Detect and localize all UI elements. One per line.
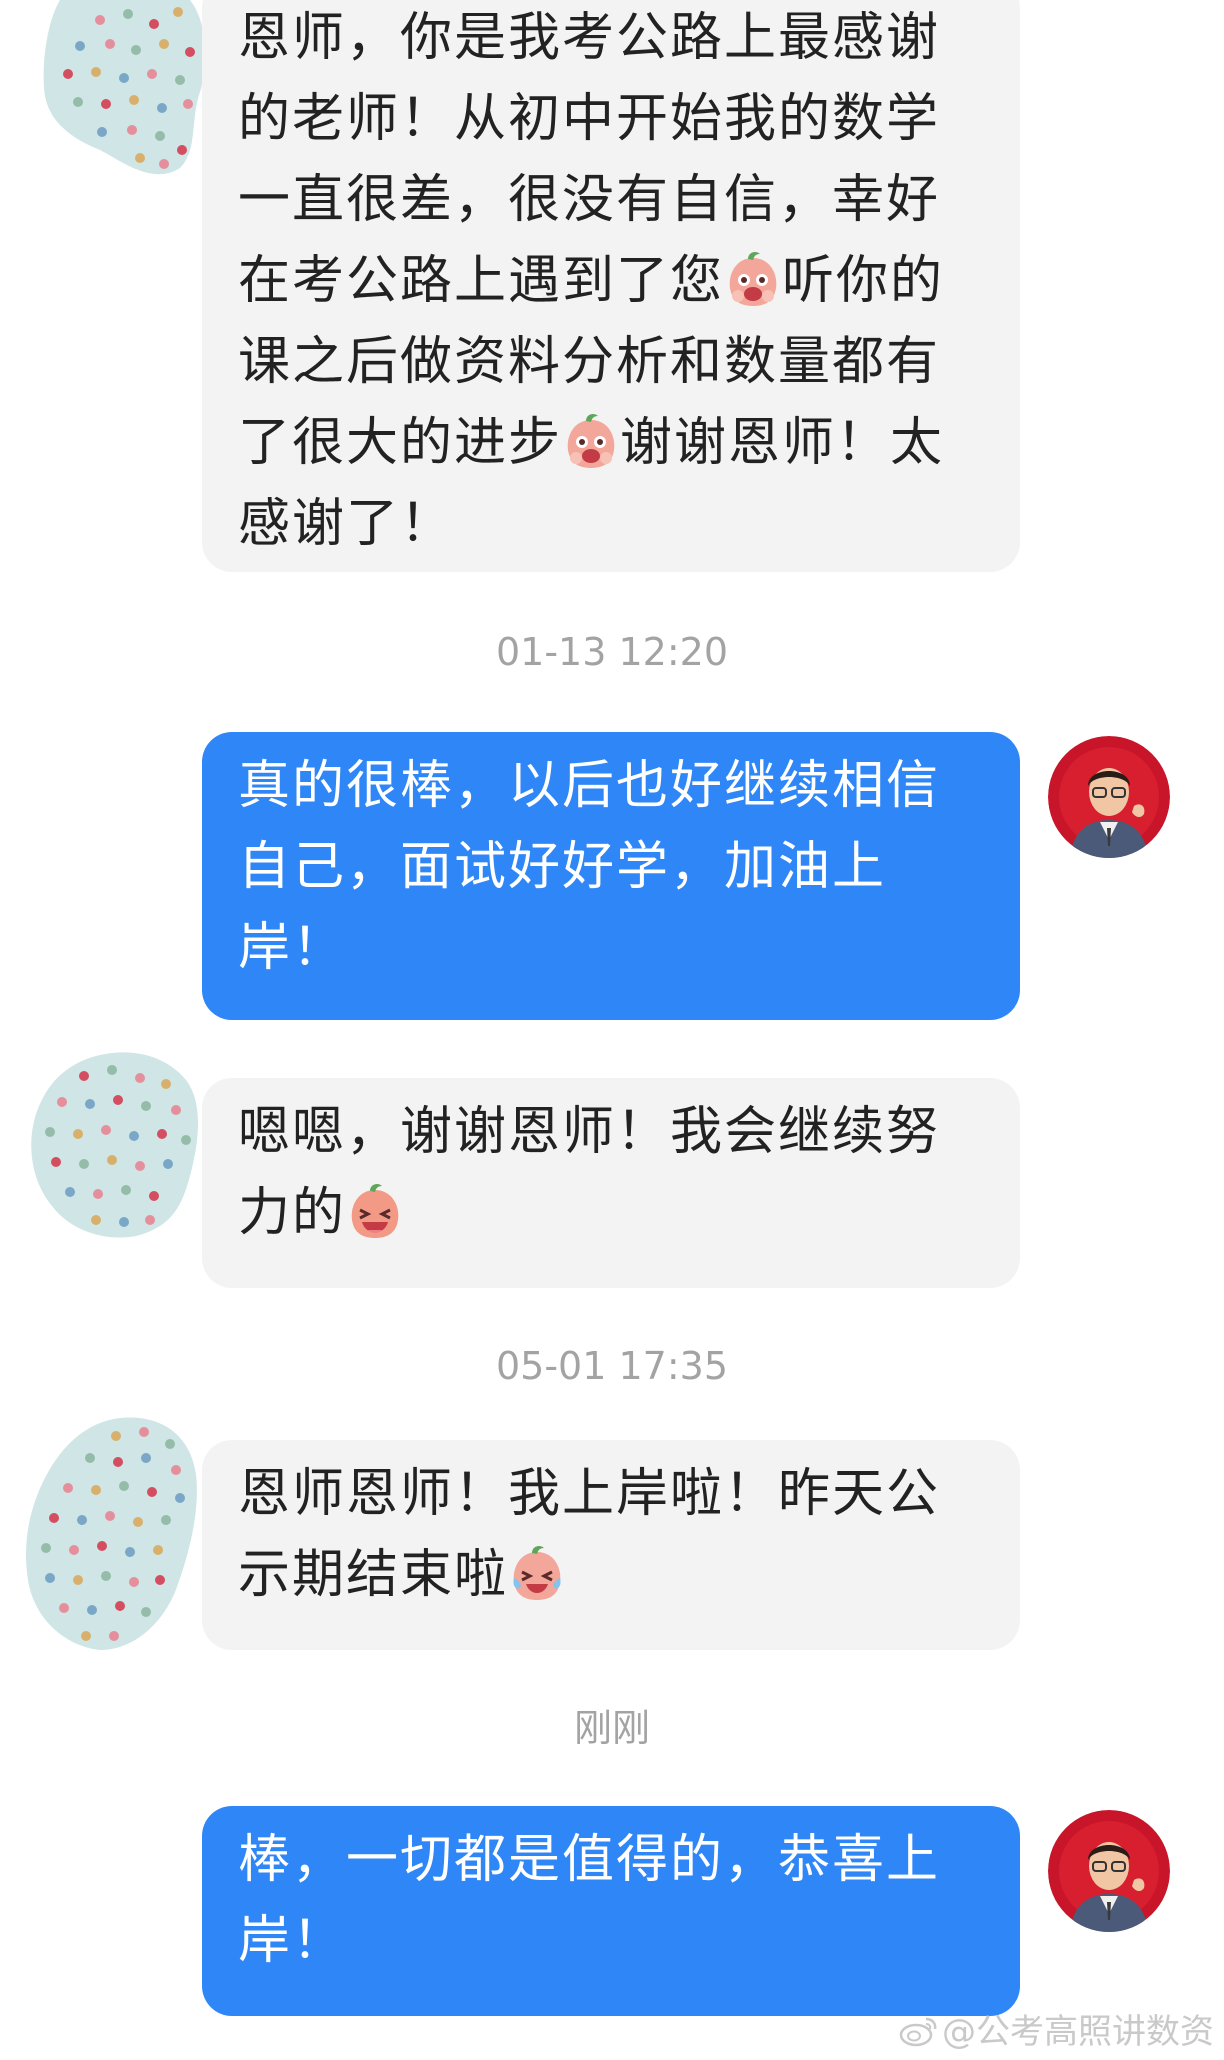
message-line: 真的很棒，以后也好继续相信 [238,746,990,827]
weibo-icon [899,2017,937,2047]
message-line: 一直很差，很没有自信，幸好 [238,160,990,241]
message-text: 力的 [238,1183,347,1243]
message-line: 恩师恩师！我上岸啦！昨天公 [238,1454,990,1535]
message-line: 在考公路上遇到了您 听你的 [238,241,990,322]
message-line: 示期结束啦 [238,1535,990,1616]
message-text: 在考公路上遇到了您 [238,251,725,311]
watermark-text: @公考高照讲数资 [942,2012,1214,2052]
timestamp: 01-13 12:20 [495,630,728,674]
message-line: 的老师！从初中开始我的数学 [238,79,990,160]
message-line: 自己，面试好好学，加油上 [238,827,990,908]
message-bubble-incoming[interactable]: 嗯嗯，谢谢恩师！我会继续努 力的 [202,1078,1020,1288]
message-text: 一直很差，很没有自信，幸好 [238,170,941,230]
message-text: 自己，面试好好学，加油上 [238,837,887,897]
message-bubble-incoming[interactable]: 恩师恩师！我上岸啦！昨天公 示期结束啦 [202,1440,1020,1650]
laughing-peach-emoji [351,1183,399,1238]
message-text: 真的很棒，以后也好继续相信 [238,756,941,816]
message-bubble-incoming[interactable]: 恩师，你是我考公路上最感谢 的老师！从初中开始我的数学 一直很差，很没有自信，幸… [202,0,1020,572]
message-text: 岸！ [238,918,347,978]
message-text: 谢谢恩师！太 [620,413,945,473]
message-line: 岸！ [238,908,990,989]
message-line: 课之后做资料分析和数量都有 [238,322,990,403]
message-text: 岸！ [238,1911,347,1971]
message-line: 岸！ [238,1901,990,1982]
message-line: 嗯嗯，谢谢恩师！我会继续努 [238,1092,990,1173]
message-line: 棒，一切都是值得的，恭喜上 [238,1820,990,1901]
timestamp: 刚刚 [573,1706,650,1750]
chat-thread[interactable]: 恩师，你是我考公路上最感谢 的老师！从初中开始我的数学 一直很差，很没有自信，幸… [0,0,1224,2060]
watermark: @公考高照讲数资 [898,2008,1214,2056]
message-text: 课之后做资料分析和数量都有 [238,332,941,392]
contact-avatar[interactable] [20,1414,204,1654]
message-text: 示期结束啦 [238,1545,509,1605]
message-line: 恩师，你是我考公路上最感谢 [238,0,990,79]
message-text: 嗯嗯，谢谢恩师！我会继续努 [238,1102,941,1162]
tears-of-joy-peach-emoji [513,1545,561,1600]
message-bubble-outgoing[interactable]: 真的很棒，以后也好继续相信 自己，面试好好学，加油上 岸！ [202,732,1020,1020]
message-bubble-outgoing[interactable]: 棒，一切都是值得的，恭喜上 岸！ [202,1806,1020,2016]
teacher-avatar[interactable] [1048,736,1170,858]
crying-peach-emoji [729,251,777,306]
message-text: 听你的 [782,251,945,311]
message-text: 恩师恩师！我上岸啦！昨天公 [238,1464,941,1524]
message-text: 棒，一切都是值得的，恭喜上 [238,1830,941,1890]
message-line: 了很大的进步 谢谢恩师！太 [238,403,990,484]
contact-avatar[interactable] [26,1050,204,1240]
contact-avatar[interactable] [40,0,212,178]
teacher-avatar[interactable] [1048,1810,1170,1932]
message-text: 感谢了！ [238,494,455,554]
message-line: 力的 [238,1173,990,1254]
message-text: 的老师！从初中开始我的数学 [238,89,941,149]
message-line: 感谢了！ [238,484,990,565]
timestamp: 05-01 17:35 [495,1344,728,1388]
message-text: 了很大的进步 [238,413,563,473]
crying-peach-emoji [567,413,615,468]
message-text: 恩师，你是我考公路上最感谢 [238,8,941,68]
